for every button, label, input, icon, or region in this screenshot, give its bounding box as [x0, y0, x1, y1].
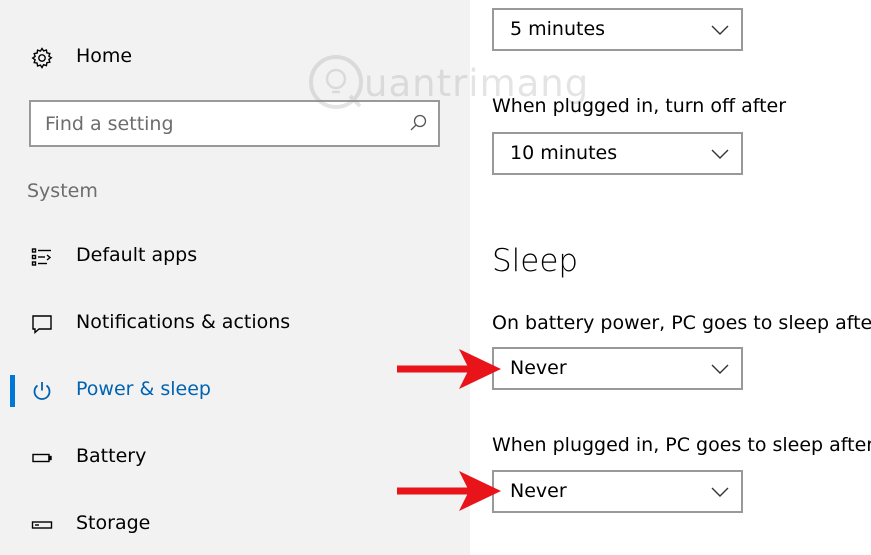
sidebar-item-notifications[interactable]: Notifications & actions [0, 299, 470, 349]
dropdown-value: Never [510, 480, 567, 502]
chevron-down-icon [711, 487, 729, 497]
sidebar-item-label: Power & sleep [76, 378, 211, 400]
sleep-battery-dropdown[interactable]: Never [492, 347, 743, 390]
red-arrow-icon [397, 349, 501, 389]
sleep-battery-label: On battery power, PC goes to sleep after [492, 312, 871, 334]
watermark-bulb-icon [309, 55, 363, 109]
default-apps-icon [30, 245, 54, 269]
sidebar-item-label: Notifications & actions [76, 311, 291, 333]
chevron-down-icon [711, 364, 729, 374]
dropdown-value: 5 minutes [510, 18, 606, 40]
dropdown-value: 10 minutes [510, 142, 618, 164]
section-label-system: System [27, 180, 98, 202]
power-icon [30, 379, 54, 403]
sidebar-item-label: Default apps [76, 244, 198, 266]
chevron-down-icon [711, 149, 729, 159]
sidebar-item-default-apps[interactable]: Default apps [0, 232, 470, 282]
storage-icon [30, 513, 54, 537]
screen-plugged-dropdown[interactable]: 10 minutes [492, 132, 743, 175]
red-arrow-icon [397, 471, 501, 511]
sleep-plugged-label: When plugged in, PC goes to sleep after [492, 434, 871, 456]
home-label: Home [76, 45, 133, 67]
gear-icon [30, 46, 54, 70]
sleep-plugged-dropdown[interactable]: Never [492, 470, 743, 513]
search-icon[interactable] [408, 113, 428, 133]
chevron-down-icon [711, 25, 729, 35]
sidebar-item-label: Battery [76, 445, 147, 467]
screen-battery-dropdown[interactable]: 5 minutes [492, 8, 743, 51]
sleep-heading: Sleep [492, 243, 579, 279]
battery-icon [30, 446, 54, 470]
notifications-icon [30, 312, 54, 336]
dropdown-value: Never [510, 357, 567, 379]
screen-plugged-label: When plugged in, turn off after [492, 95, 787, 117]
sidebar-item-label: Storage [76, 512, 151, 534]
